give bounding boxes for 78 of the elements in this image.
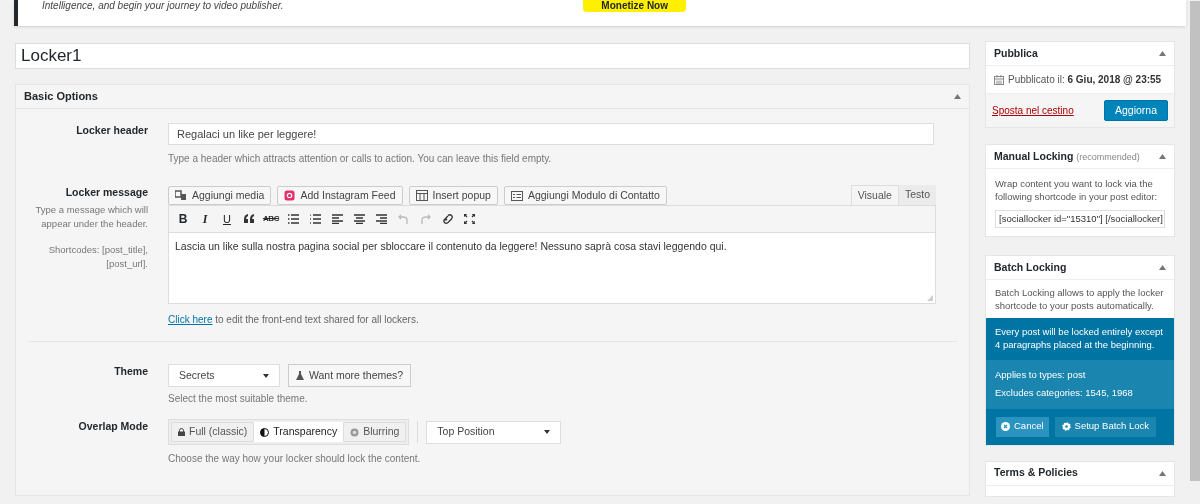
update-button[interactable]: Aggiorna: [1103, 100, 1168, 121]
half-circle-icon: [260, 427, 270, 437]
redo-icon: [419, 214, 431, 224]
mode-option[interactable]: Transparency: [254, 422, 344, 442]
collapse-icon[interactable]: [1159, 154, 1166, 159]
media-button[interactable]: Add Instagram Feed: [277, 186, 403, 205]
field-label: Overlap Mode: [77, 419, 148, 434]
shortcode-field[interactable]: [sociallocker id="15310"] [/sociallocker]: [995, 210, 1165, 228]
more-themes-button[interactable]: Want more themes?: [288, 364, 412, 387]
box-title: Terms & Policies: [994, 465, 1078, 481]
table-icon: [415, 190, 428, 201]
batch-summary: Every post will be locked entirely except 4 paragraphs placed at the beginning.: [994, 325, 1164, 352]
field-hint: Choose the way how your locker should lock the content.: [168, 452, 422, 466]
position-dropdown[interactable]: Top Position: [426, 420, 562, 444]
monetize-button[interactable]: Monetize Now: [583, 0, 686, 12]
collapse-icon[interactable]: [1159, 265, 1166, 270]
fullscreen-icon: [463, 214, 475, 224]
editor-content[interactable]: Lascia un like sulla nostra pagina social per sbloccare il contenuto da leggere! Nessuno saprà cosa stavi leggendo qui.: [169, 233, 935, 303]
box-title: Batch Locking: [994, 259, 1067, 275]
align-right-icon: [375, 214, 387, 224]
form-icon: [510, 190, 523, 201]
field-label: Locker header: [75, 123, 148, 138]
field-description: Shortcodes: [post_title], [post_url].: [48, 242, 148, 271]
align-left-icon: [331, 214, 343, 224]
box-text: Batch Locking allows to apply the locker shortcode to your posts automatically.: [994, 286, 1165, 313]
align-center-icon: [353, 214, 365, 224]
panel-title: Basic Options: [24, 89, 98, 105]
field-label: Locker message: [64, 185, 148, 200]
editor-tab[interactable]: Testo: [898, 185, 936, 205]
field-description: Type a message which will appear under the header.: [34, 202, 148, 231]
notice-text: Intelligence, and begin your journey to video publisher.: [42, 0, 284, 12]
collapse-icon[interactable]: [1159, 470, 1166, 476]
box-title: Pubblica: [994, 45, 1038, 61]
quote-icon: [243, 214, 255, 224]
gear-icon: [1061, 422, 1071, 431]
message-text: Lascia un like sulla nostra pagina social per sbloccare il contenuto da leggere! Nessuno saprà cosa stavi leggendo qui.: [175, 240, 727, 252]
close-icon: [1001, 422, 1010, 431]
calendar-icon: [994, 74, 1004, 85]
flask-icon: [296, 371, 304, 380]
resize-handle-icon[interactable]: [927, 295, 933, 301]
bulleted-list-icon: [287, 214, 299, 224]
field-label: Theme: [113, 364, 148, 379]
media-button[interactable]: Insert popup: [408, 186, 498, 205]
toolbar-button[interactable]: B: [173, 209, 193, 229]
toolbar-button[interactable]: ABC: [261, 209, 281, 229]
theme-dropdown[interactable]: Secrets: [168, 364, 280, 387]
undo-icon: [397, 214, 409, 224]
click-here-link[interactable]: Click here: [168, 312, 213, 327]
title-field[interactable]: Locker1: [15, 43, 970, 69]
field-hint: Type a header which attracts attention or calls to action. You can leave this field empty.: [168, 152, 553, 166]
box-title: Manual Locking (recommended): [994, 148, 1140, 164]
caret-icon: [263, 373, 269, 378]
field-hint: Select the most suitable theme.: [168, 392, 309, 406]
mode-option[interactable]: Full (classic): [171, 422, 255, 442]
mode-option[interactable]: Blurring: [343, 422, 407, 442]
numbered-list-icon: [309, 214, 321, 224]
collapse-icon[interactable]: [954, 94, 961, 99]
target-icon: [350, 427, 360, 437]
toolbar-button[interactable]: I: [195, 209, 215, 229]
box-text: Wrap content you want to lock via the following shortcode in your post editor:: [995, 177, 1159, 203]
batch-detail: Excludes categories: 1545, 1968: [995, 386, 1134, 401]
batch-detail: Applies to types: post: [995, 368, 1087, 382]
lock-icon: [178, 428, 185, 436]
editor-tab[interactable]: Visuale: [850, 185, 899, 205]
publish-date: Pubblicato il: 6 Giu, 2018 @ 23:55: [1008, 73, 1162, 87]
link-icon: [441, 214, 453, 224]
toolbar-button[interactable]: U: [217, 209, 237, 229]
link-text: to edit the front-end text shared for all lockers.: [214, 313, 419, 327]
camera-icon: [284, 190, 296, 201]
trash-link[interactable]: Sposta nel cestino: [992, 103, 1074, 118]
media-button[interactable]: Aggiungi Modulo di Contatto: [503, 186, 667, 205]
collapse-icon[interactable]: [1159, 51, 1166, 56]
setup-button[interactable]: Setup Batch Lock: [1054, 416, 1157, 437]
media-button[interactable]: Aggiungi media: [168, 186, 272, 205]
media-icon: [175, 190, 187, 201]
caret-icon: [544, 430, 551, 434]
header-input[interactable]: Regalaci un like per leggere!: [168, 123, 934, 145]
scrollbar[interactable]: [1190, 1, 1200, 481]
